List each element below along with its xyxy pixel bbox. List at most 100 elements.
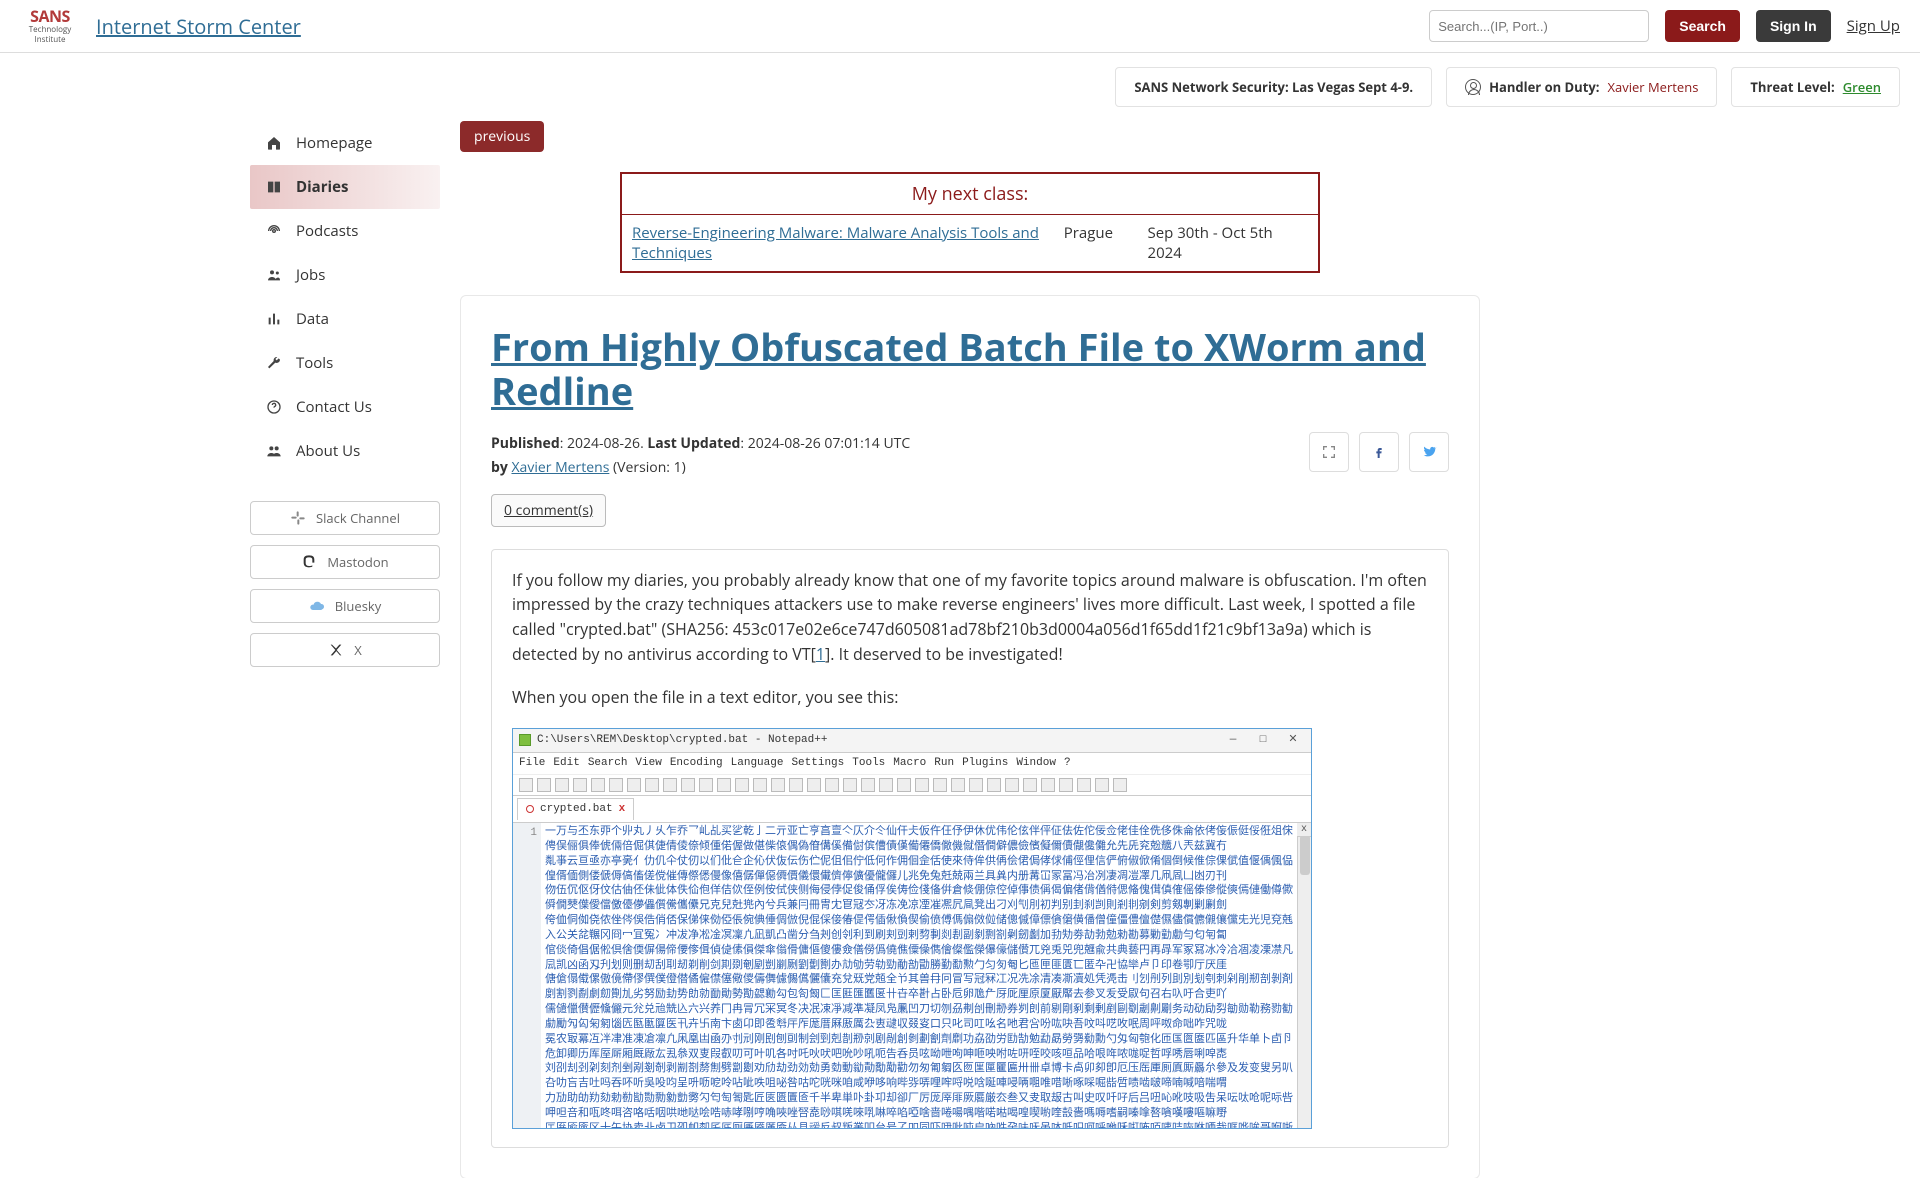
notepad-toolbar-icon (843, 778, 857, 792)
notepad-toolbar-icon (645, 778, 659, 792)
social-x[interactable]: X (250, 633, 440, 667)
notepad-menu-window: Window (1016, 757, 1056, 769)
by-label: by (491, 458, 508, 477)
sidebar-item-label: Tools (296, 353, 333, 373)
article-title-link[interactable]: From Highly Obfuscated Batch File to XWo… (491, 321, 1426, 417)
previous-button[interactable]: previous (460, 121, 544, 152)
social-mastodon[interactable]: Mastodon (250, 545, 440, 579)
podcast-icon (266, 223, 282, 239)
notepad-content: 一万与丕东丣个丱丸丿乆乍乔乛乢乩买乷乾亅二亓亚亡亨亯亶亽仄介仒仙仠仧仮仵仼伃伊休… (541, 823, 1297, 1128)
top-bar: SANS Technology Institute Internet Storm… (0, 0, 1920, 53)
sign-in-button[interactable]: Sign In (1756, 10, 1831, 42)
updated-value: 2024-08-26 07:01:14 UTC (748, 434, 910, 453)
notepad-toolbar-icon (1041, 778, 1055, 792)
x-icon (328, 642, 344, 658)
notepad-menu-plugins: Plugins (962, 757, 1008, 769)
social-label: Bluesky (335, 597, 382, 615)
window-close-icon: ✕ (1281, 732, 1305, 749)
question-icon (266, 399, 282, 415)
notepad-toolbar-icon (1059, 778, 1073, 792)
sidebar: Homepage Diaries Podcasts Jobs Data Tools Cont… (250, 121, 440, 667)
twitter-icon (1421, 444, 1437, 460)
sidebar-item-diaries[interactable]: Diaries (250, 165, 440, 209)
window-minimize-icon: — (1221, 732, 1245, 749)
next-class-course-link[interactable]: Reverse-Engineering Malware: Malware Ana… (632, 223, 1039, 263)
slack-icon (290, 510, 306, 526)
notepad-toolbar-icon (915, 778, 929, 792)
sidebar-item-homepage[interactable]: Homepage (250, 121, 440, 165)
facebook-share-button[interactable] (1359, 432, 1399, 472)
notepad-toolbar-icon (1023, 778, 1037, 792)
home-icon (266, 135, 282, 151)
threat-value-link[interactable]: Green (1843, 78, 1881, 96)
fullscreen-button[interactable] (1309, 432, 1349, 472)
threat-card: Threat Level: Green (1731, 67, 1900, 107)
sidebar-item-label: Podcasts (296, 221, 358, 241)
info-strip: SANS Network Security: Las Vegas Sept 4-… (0, 53, 1920, 121)
notepad-menu-encoding: Encoding (670, 757, 723, 769)
notepad-gutter: 1 (513, 823, 541, 1128)
sidebar-item-podcasts[interactable]: Podcasts (250, 209, 440, 253)
fullscreen-icon (1321, 444, 1337, 460)
threat-label: Threat Level: (1750, 78, 1834, 96)
notepad-scrollbar: x (1297, 823, 1311, 1128)
sidebar-item-tools[interactable]: Tools (250, 341, 440, 385)
main-column: previous My next class: Reverse-Engineer… (460, 121, 1520, 1178)
sidebar-item-label: Homepage (296, 133, 372, 153)
notepad-menubar: FileEditSearchViewEncodingLanguageSettin… (513, 753, 1311, 775)
notepad-toolbar-icon (627, 778, 641, 792)
notepad-screenshot: C:\Users\REM\Desktop\crypted.bat - Notep… (512, 728, 1312, 1129)
body-paragraph-1: If you follow my diaries, you probably a… (512, 568, 1428, 667)
notepad-toolbar-icon (573, 778, 587, 792)
notepad-menu-macro: Macro (893, 757, 926, 769)
social-slack-channel[interactable]: Slack Channel (250, 501, 440, 535)
site-title-link[interactable]: Internet Storm Center (96, 13, 301, 40)
logo-line-2: Technology (29, 26, 72, 34)
notepad-tab-name: crypted.bat (540, 801, 613, 818)
notepad-toolbar-icon (969, 778, 983, 792)
diary-article: From Highly Obfuscated Batch File to XWo… (460, 295, 1480, 1178)
sign-up-link[interactable]: Sign Up (1847, 16, 1900, 36)
article-meta: Published: 2024-08-26. Last Updated: 202… (491, 432, 1449, 480)
promo-card[interactable]: SANS Network Security: Las Vegas Sept 4-… (1115, 67, 1432, 107)
body-paragraph-2: When you open the file in a text editor,… (512, 685, 1428, 710)
notepad-toolbar-icon (807, 778, 821, 792)
tab-close-icon: x (619, 801, 626, 818)
notepad-toolbar-icon (861, 778, 875, 792)
twitter-share-button[interactable] (1409, 432, 1449, 472)
sidebar-item-data[interactable]: Data (250, 297, 440, 341)
sans-logo[interactable]: SANS Technology Institute (20, 8, 80, 44)
published-label: Published (491, 434, 560, 453)
notepad-toolbar-icon (1005, 778, 1019, 792)
notepad-toolbar-icon (591, 778, 605, 792)
notepad-toolbar-icon (681, 778, 695, 792)
search-button[interactable]: Search (1665, 10, 1740, 42)
comments-button[interactable]: 0 comment(s) (491, 494, 606, 527)
sidebar-item-about-us[interactable]: About Us (250, 429, 440, 473)
notepad-menu-run: Run (934, 757, 954, 769)
notepad-toolbar (513, 775, 1311, 796)
sidebar-item-label: Jobs (296, 265, 325, 285)
notepad-app-icon (519, 734, 531, 746)
notepad-toolbar-icon (699, 778, 713, 792)
mastodon-icon (301, 554, 317, 570)
notepad-menu-settings: Settings (791, 757, 844, 769)
reference-1-link[interactable]: 1 (816, 643, 825, 665)
search-input[interactable] (1429, 10, 1649, 42)
sidebar-item-contact-us[interactable]: Contact Us (250, 385, 440, 429)
sidebar-item-jobs[interactable]: Jobs (250, 253, 440, 297)
notepad-title: C:\Users\REM\Desktop\crypted.bat - Notep… (537, 732, 827, 749)
social-bluesky[interactable]: Bluesky (250, 589, 440, 623)
gutter-line-1: 1 (517, 825, 537, 842)
updated-label: Last Updated (647, 434, 740, 453)
notepad-toolbar-icon (663, 778, 677, 792)
notepad-menu-tools: Tools (852, 757, 885, 769)
notepad-menu-search: Search (588, 757, 628, 769)
notepad-toolbar-icon (717, 778, 731, 792)
author-link[interactable]: Xavier Mertens (511, 458, 609, 477)
cloud-icon (309, 598, 325, 614)
notepad-menu-language: Language (731, 757, 784, 769)
notepad-tab: crypted.bat x (517, 798, 634, 820)
handler-name-link[interactable]: Xavier Mertens (1607, 78, 1698, 96)
notepad-toolbar-icon (789, 778, 803, 792)
